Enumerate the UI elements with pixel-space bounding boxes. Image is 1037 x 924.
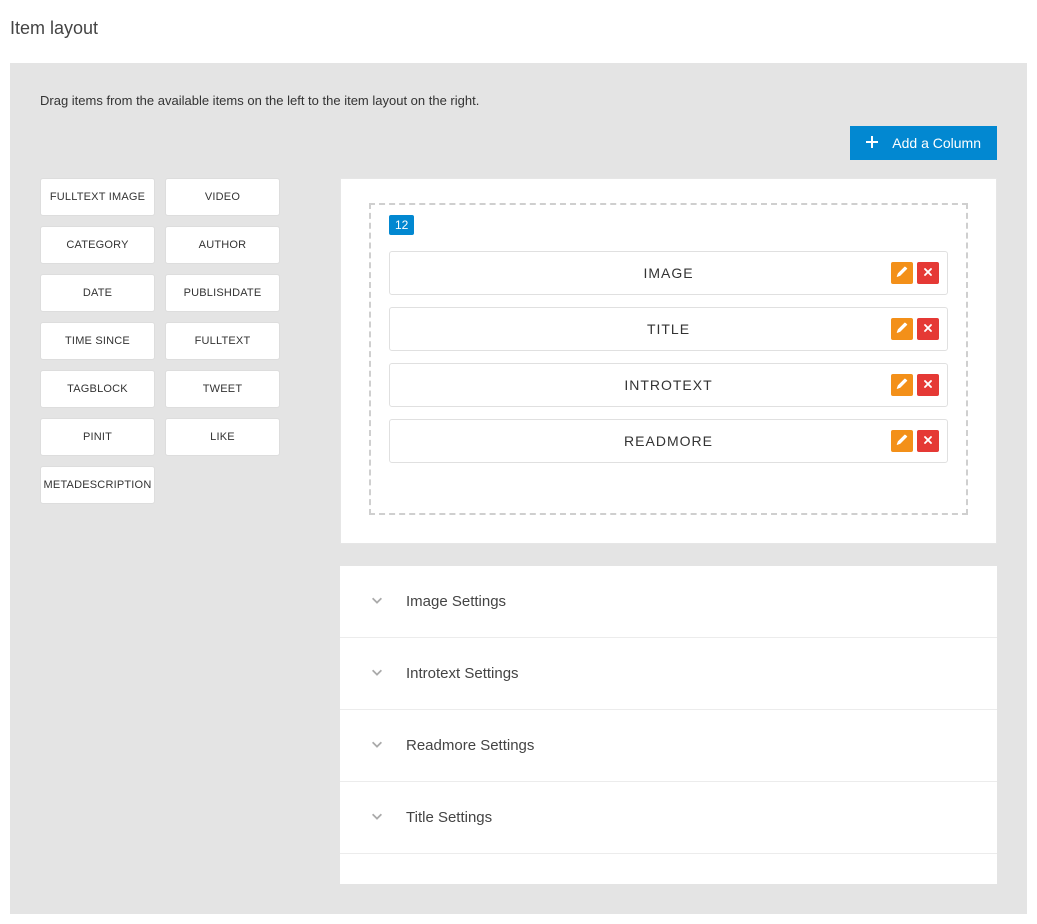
placed-item[interactable]: INTROTEXT: [389, 363, 948, 407]
chevron-down-icon: [370, 665, 384, 682]
settings-blank-row: [340, 854, 997, 884]
placed-item-label: IMAGE: [643, 265, 693, 281]
placed-item[interactable]: TITLE: [389, 307, 948, 351]
available-item[interactable]: FULLTEXT IMAGE: [40, 178, 155, 216]
close-icon: [922, 266, 934, 281]
available-item[interactable]: VIDEO: [165, 178, 280, 216]
settings-panel-label: Introtext Settings: [406, 665, 519, 682]
delete-item-button[interactable]: [917, 318, 939, 340]
column-width-badge: 12: [389, 215, 414, 235]
add-column-button[interactable]: Add a Column: [850, 126, 997, 160]
delete-item-button[interactable]: [917, 262, 939, 284]
edit-item-button[interactable]: [891, 374, 913, 396]
settings-panel-toggle[interactable]: Readmore Settings: [340, 710, 997, 782]
close-icon: [922, 378, 934, 393]
available-item[interactable]: TAGBLOCK: [40, 370, 155, 408]
delete-item-button[interactable]: [917, 374, 939, 396]
placed-item[interactable]: IMAGE: [389, 251, 948, 295]
item-layout-panel: Drag items from the available items on t…: [10, 63, 1027, 914]
settings-panel-label: Readmore Settings: [406, 737, 534, 754]
placed-item-label: INTROTEXT: [624, 377, 712, 393]
settings-panel-toggle[interactable]: Image Settings: [340, 566, 997, 638]
layout-canvas: 12 IMAGE: [340, 178, 997, 544]
placed-item-label: READMORE: [624, 433, 713, 449]
edit-item-button[interactable]: [891, 318, 913, 340]
edit-item-button[interactable]: [891, 262, 913, 284]
available-item[interactable]: TWEET: [165, 370, 280, 408]
settings-accordion: Image Settings Introtext Settings Readmo…: [340, 566, 997, 884]
settings-panel-toggle[interactable]: Introtext Settings: [340, 638, 997, 710]
pencil-icon: [896, 434, 908, 449]
chevron-down-icon: [370, 809, 384, 826]
available-item[interactable]: PUBLISHDATE: [165, 274, 280, 312]
chevron-down-icon: [370, 737, 384, 754]
chevron-down-icon: [370, 593, 384, 610]
settings-panel-label: Title Settings: [406, 809, 492, 826]
pencil-icon: [896, 322, 908, 337]
available-item[interactable]: CATEGORY: [40, 226, 155, 264]
settings-panel-label: Image Settings: [406, 593, 506, 610]
available-item[interactable]: LIKE: [165, 418, 280, 456]
available-item[interactable]: AUTHOR: [165, 226, 280, 264]
available-item[interactable]: METADESCRIPTION: [40, 466, 155, 504]
delete-item-button[interactable]: [917, 430, 939, 452]
settings-panel-toggle[interactable]: Title Settings: [340, 782, 997, 854]
instruction-text: Drag items from the available items on t…: [40, 93, 997, 108]
placed-item[interactable]: READMORE: [389, 419, 948, 463]
plus-icon: [866, 135, 878, 151]
available-item[interactable]: DATE: [40, 274, 155, 312]
edit-item-button[interactable]: [891, 430, 913, 452]
layout-column[interactable]: 12 IMAGE: [369, 203, 968, 515]
available-item[interactable]: TIME SINCE: [40, 322, 155, 360]
pencil-icon: [896, 266, 908, 281]
available-items-grid: FULLTEXT IMAGE VIDEO CATEGORY AUTHOR DAT…: [40, 178, 280, 504]
available-item[interactable]: PINIT: [40, 418, 155, 456]
placed-item-label: TITLE: [647, 321, 690, 337]
close-icon: [922, 434, 934, 449]
pencil-icon: [896, 378, 908, 393]
add-column-label: Add a Column: [892, 135, 981, 151]
page-title: Item layout: [10, 18, 1027, 39]
close-icon: [922, 322, 934, 337]
available-item[interactable]: FULLTEXT: [165, 322, 280, 360]
